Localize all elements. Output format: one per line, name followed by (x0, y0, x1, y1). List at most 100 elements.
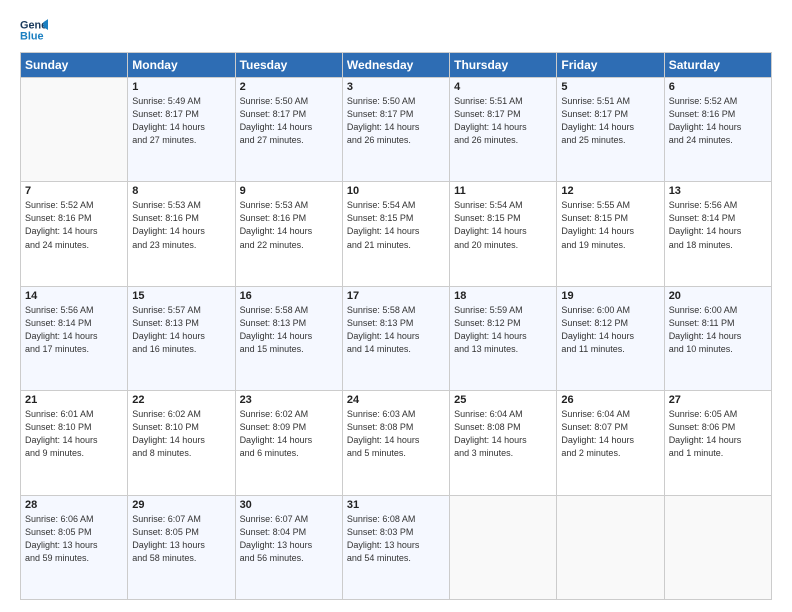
calendar-day-cell (21, 78, 128, 182)
calendar-day-cell: 22 Sunrise: 6:02 AM Sunset: 8:10 PM Dayli… (128, 391, 235, 495)
weekday-header: Sunday (21, 53, 128, 78)
calendar-day-cell: 17Sunrise: 5:58 AM Sunset: 8:13 PM Dayli… (342, 286, 449, 390)
day-info: Sunrise: 6:02 AM Sunset: 8:09 PM Dayligh… (240, 408, 338, 460)
day-number: 9 (240, 185, 338, 197)
day-number: 23 (240, 394, 338, 406)
calendar-body: 1 Sunrise: 5:49 AM Sunset: 8:17 PM Daylig… (21, 78, 772, 600)
calendar-day-cell: 21 Sunrise: 6:01 AM Sunset: 8:10 PM Dayli… (21, 391, 128, 495)
day-info: Sunrise: 5:55 AM Sunset: 8:15 PM Dayligh… (561, 199, 659, 251)
calendar-day-cell: 3 Sunrise: 5:50 AM Sunset: 8:17 PM Daylig… (342, 78, 449, 182)
calendar-day-cell: 11 Sunrise: 5:54 AM Sunset: 8:15 PM Dayli… (450, 182, 557, 286)
day-number: 22 (132, 394, 230, 406)
calendar-day-cell: 20 Sunrise: 6:00 AM Sunset: 8:11 PM Dayli… (664, 286, 771, 390)
calendar-day-cell: 1 Sunrise: 5:49 AM Sunset: 8:17 PM Daylig… (128, 78, 235, 182)
day-info: Sunrise: 5:53 AM Sunset: 8:16 PM Dayligh… (240, 199, 338, 251)
calendar-day-cell: 6 Sunrise: 5:52 AM Sunset: 8:16 PM Daylig… (664, 78, 771, 182)
weekday-header: Thursday (450, 53, 557, 78)
calendar-week-row: 28 Sunrise: 6:06 AM Sunset: 8:05 PM Dayli… (21, 495, 772, 599)
day-number: 7 (25, 185, 123, 197)
day-number: 18 (454, 290, 552, 302)
calendar-day-cell: 16 Sunrise: 5:58 AM Sunset: 8:13 PM Dayli… (235, 286, 342, 390)
calendar-week-row: 21 Sunrise: 6:01 AM Sunset: 8:10 PM Dayli… (21, 391, 772, 495)
calendar-day-cell (557, 495, 664, 599)
day-number: 28 (25, 499, 123, 511)
day-info: Sunrise: 5:54 AM Sunset: 8:15 PM Dayligh… (454, 199, 552, 251)
day-info: Sunrise: 5:50 AM Sunset: 8:17 PM Dayligh… (347, 95, 445, 147)
weekday-header: Friday (557, 53, 664, 78)
calendar-day-cell: 9 Sunrise: 5:53 AM Sunset: 8:16 PM Daylig… (235, 182, 342, 286)
day-info: Sunrise: 5:52 AM Sunset: 8:16 PM Dayligh… (669, 95, 767, 147)
calendar-day-cell: 4Sunrise: 5:51 AM Sunset: 8:17 PM Daylig… (450, 78, 557, 182)
day-info: Sunrise: 5:59 AM Sunset: 8:12 PM Dayligh… (454, 304, 552, 356)
weekday-header: Monday (128, 53, 235, 78)
day-number: 30 (240, 499, 338, 511)
calendar-day-cell: 25 Sunrise: 6:04 AM Sunset: 8:08 PM Dayli… (450, 391, 557, 495)
calendar-day-cell (664, 495, 771, 599)
day-number: 31 (347, 499, 445, 511)
day-number: 21 (25, 394, 123, 406)
day-number: 10 (347, 185, 445, 197)
calendar-table: SundayMondayTuesdayWednesdayThursdayFrid… (20, 52, 772, 600)
day-info: Sunrise: 6:04 AM Sunset: 8:07 PM Dayligh… (561, 408, 659, 460)
day-number: 2 (240, 81, 338, 93)
day-info: Sunrise: 5:54 AM Sunset: 8:15 PM Dayligh… (347, 199, 445, 251)
day-info: Sunrise: 5:58 AM Sunset: 8:13 PM Dayligh… (347, 304, 445, 356)
calendar-day-cell: 13Sunrise: 5:56 AM Sunset: 8:14 PM Dayli… (664, 182, 771, 286)
day-info: Sunrise: 6:04 AM Sunset: 8:08 PM Dayligh… (454, 408, 552, 460)
calendar-week-row: 1 Sunrise: 5:49 AM Sunset: 8:17 PM Daylig… (21, 78, 772, 182)
day-number: 16 (240, 290, 338, 302)
day-number: 1 (132, 81, 230, 93)
weekday-header: Tuesday (235, 53, 342, 78)
calendar-week-row: 7 Sunrise: 5:52 AM Sunset: 8:16 PM Daylig… (21, 182, 772, 286)
svg-text:Blue: Blue (20, 30, 44, 42)
day-number: 14 (25, 290, 123, 302)
day-number: 24 (347, 394, 445, 406)
calendar-day-cell: 30 Sunrise: 6:07 AM Sunset: 8:04 PM Dayli… (235, 495, 342, 599)
day-number: 15 (132, 290, 230, 302)
day-number: 6 (669, 81, 767, 93)
day-info: Sunrise: 5:57 AM Sunset: 8:13 PM Dayligh… (132, 304, 230, 356)
day-info: Sunrise: 5:52 AM Sunset: 8:16 PM Dayligh… (25, 199, 123, 251)
day-info: Sunrise: 5:58 AM Sunset: 8:13 PM Dayligh… (240, 304, 338, 356)
day-number: 11 (454, 185, 552, 197)
day-info: Sunrise: 5:53 AM Sunset: 8:16 PM Dayligh… (132, 199, 230, 251)
day-number: 12 (561, 185, 659, 197)
day-number: 5 (561, 81, 659, 93)
day-info: Sunrise: 6:07 AM Sunset: 8:04 PM Dayligh… (240, 513, 338, 565)
calendar-day-cell: 10 Sunrise: 5:54 AM Sunset: 8:15 PM Dayli… (342, 182, 449, 286)
day-info: Sunrise: 5:49 AM Sunset: 8:17 PM Dayligh… (132, 95, 230, 147)
calendar-day-cell: 15 Sunrise: 5:57 AM Sunset: 8:13 PM Dayli… (128, 286, 235, 390)
calendar-day-cell: 23 Sunrise: 6:02 AM Sunset: 8:09 PM Dayli… (235, 391, 342, 495)
calendar-day-cell: 24 Sunrise: 6:03 AM Sunset: 8:08 PM Dayli… (342, 391, 449, 495)
day-info: Sunrise: 6:08 AM Sunset: 8:03 PM Dayligh… (347, 513, 445, 565)
calendar-day-cell: 27Sunrise: 6:05 AM Sunset: 8:06 PM Dayli… (664, 391, 771, 495)
logo-icon: General Blue (20, 16, 48, 44)
calendar-day-cell: 14 Sunrise: 5:56 AM Sunset: 8:14 PM Dayli… (21, 286, 128, 390)
calendar-day-cell: 29Sunrise: 6:07 AM Sunset: 8:05 PM Dayli… (128, 495, 235, 599)
day-number: 20 (669, 290, 767, 302)
day-info: Sunrise: 5:51 AM Sunset: 8:17 PM Dayligh… (454, 95, 552, 147)
day-number: 8 (132, 185, 230, 197)
day-number: 25 (454, 394, 552, 406)
calendar-week-row: 14 Sunrise: 5:56 AM Sunset: 8:14 PM Dayli… (21, 286, 772, 390)
calendar-day-cell: 5 Sunrise: 5:51 AM Sunset: 8:17 PM Daylig… (557, 78, 664, 182)
calendar-day-cell: 31 Sunrise: 6:08 AM Sunset: 8:03 PM Dayli… (342, 495, 449, 599)
day-info: Sunrise: 6:00 AM Sunset: 8:12 PM Dayligh… (561, 304, 659, 356)
day-info: Sunrise: 5:56 AM Sunset: 8:14 PM Dayligh… (25, 304, 123, 356)
weekday-header: Saturday (664, 53, 771, 78)
day-number: 26 (561, 394, 659, 406)
day-number: 3 (347, 81, 445, 93)
day-info: Sunrise: 6:00 AM Sunset: 8:11 PM Dayligh… (669, 304, 767, 356)
calendar-day-cell: 2 Sunrise: 5:50 AM Sunset: 8:17 PM Daylig… (235, 78, 342, 182)
calendar-day-cell: 28 Sunrise: 6:06 AM Sunset: 8:05 PM Dayli… (21, 495, 128, 599)
day-number: 29 (132, 499, 230, 511)
weekday-header-row: SundayMondayTuesdayWednesdayThursdayFrid… (21, 53, 772, 78)
day-info: Sunrise: 6:06 AM Sunset: 8:05 PM Dayligh… (25, 513, 123, 565)
day-info: Sunrise: 5:50 AM Sunset: 8:17 PM Dayligh… (240, 95, 338, 147)
day-info: Sunrise: 6:02 AM Sunset: 8:10 PM Dayligh… (132, 408, 230, 460)
day-info: Sunrise: 6:01 AM Sunset: 8:10 PM Dayligh… (25, 408, 123, 460)
day-info: Sunrise: 6:03 AM Sunset: 8:08 PM Dayligh… (347, 408, 445, 460)
calendar-day-cell: 19Sunrise: 6:00 AM Sunset: 8:12 PM Dayli… (557, 286, 664, 390)
page-header: General Blue (20, 16, 772, 44)
day-info: Sunrise: 5:51 AM Sunset: 8:17 PM Dayligh… (561, 95, 659, 147)
